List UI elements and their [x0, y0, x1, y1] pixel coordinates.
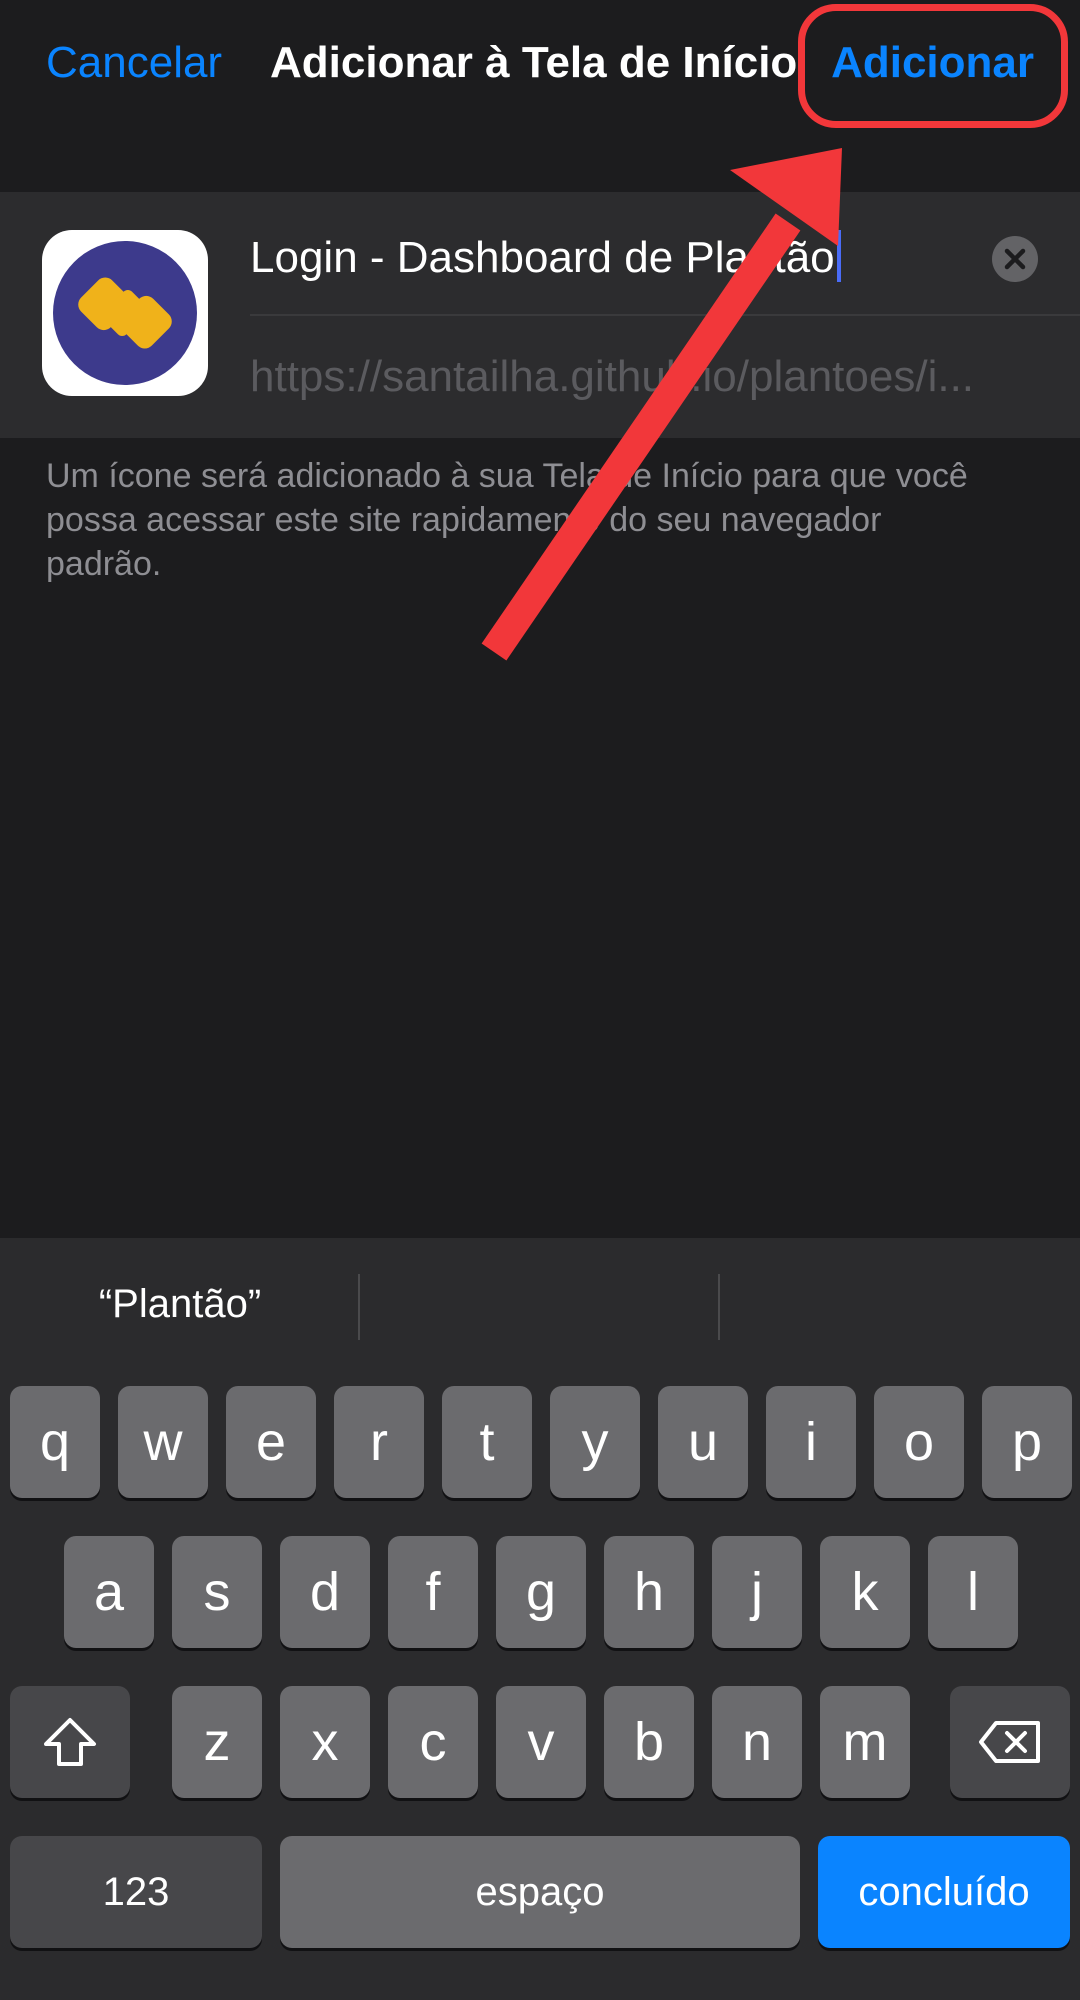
key-a[interactable]: a: [64, 1536, 154, 1648]
predictive-bar: “Plantão”: [0, 1238, 1080, 1368]
key-o[interactable]: o: [874, 1386, 964, 1498]
key-t[interactable]: t: [442, 1386, 532, 1498]
suggestion-divider: [358, 1274, 360, 1340]
key-j[interactable]: j: [712, 1536, 802, 1648]
key-i[interactable]: i: [766, 1386, 856, 1498]
bookmark-url: https://santailha.github.io/plantoes/i..…: [250, 352, 975, 401]
app-logo-icon: [42, 230, 208, 396]
done-key[interactable]: concluído: [818, 1836, 1070, 1948]
backspace-key[interactable]: [950, 1686, 1070, 1798]
key-f[interactable]: f: [388, 1536, 478, 1648]
add-button[interactable]: Adicionar: [831, 38, 1034, 88]
text-cursor: [836, 230, 841, 282]
helper-text: Um ícone será adicionado à sua Tela de I…: [46, 457, 968, 583]
bookmark-title-input[interactable]: Login - Dashboard de Plantão: [250, 230, 980, 290]
key-s[interactable]: s: [172, 1536, 262, 1648]
key-k[interactable]: k: [820, 1536, 910, 1648]
key-d[interactable]: d: [280, 1536, 370, 1648]
nav-bar: Cancelar Adicionar à Tela de Início Adic…: [0, 0, 1080, 150]
key-e[interactable]: e: [226, 1386, 316, 1498]
bookmark-card: Login - Dashboard de Plantão https://san…: [0, 192, 1080, 438]
keyboard: “Plantão” q w e r t y u i o p a s d f g …: [0, 1238, 1080, 2000]
field-divider: [250, 314, 1080, 316]
space-key[interactable]: espaço: [280, 1836, 800, 1948]
key-w[interactable]: w: [118, 1386, 208, 1498]
key-l[interactable]: l: [928, 1536, 1018, 1648]
key-z[interactable]: z: [172, 1686, 262, 1798]
bookmark-title-value: Login - Dashboard de Plantão: [250, 233, 835, 282]
key-g[interactable]: g: [496, 1536, 586, 1648]
key-v[interactable]: v: [496, 1686, 586, 1798]
key-x[interactable]: x: [280, 1686, 370, 1798]
key-m[interactable]: m: [820, 1686, 910, 1798]
suggestion-divider: [718, 1274, 720, 1340]
key-p[interactable]: p: [982, 1386, 1072, 1498]
key-b[interactable]: b: [604, 1686, 694, 1798]
key-c[interactable]: c: [388, 1686, 478, 1798]
shift-icon: [44, 1718, 96, 1766]
clear-circle-icon[interactable]: [992, 236, 1038, 282]
key-q[interactable]: q: [10, 1386, 100, 1498]
cancel-button[interactable]: Cancelar: [46, 38, 222, 88]
key-n[interactable]: n: [712, 1686, 802, 1798]
shift-key[interactable]: [10, 1686, 130, 1798]
key-r[interactable]: r: [334, 1386, 424, 1498]
key-u[interactable]: u: [658, 1386, 748, 1498]
numbers-key[interactable]: 123: [10, 1836, 262, 1948]
backspace-icon: [979, 1721, 1040, 1763]
key-y[interactable]: y: [550, 1386, 640, 1498]
page-title: Adicionar à Tela de Início: [270, 38, 798, 87]
suggestion-1[interactable]: “Plantão”: [0, 1282, 360, 1327]
key-h[interactable]: h: [604, 1536, 694, 1648]
